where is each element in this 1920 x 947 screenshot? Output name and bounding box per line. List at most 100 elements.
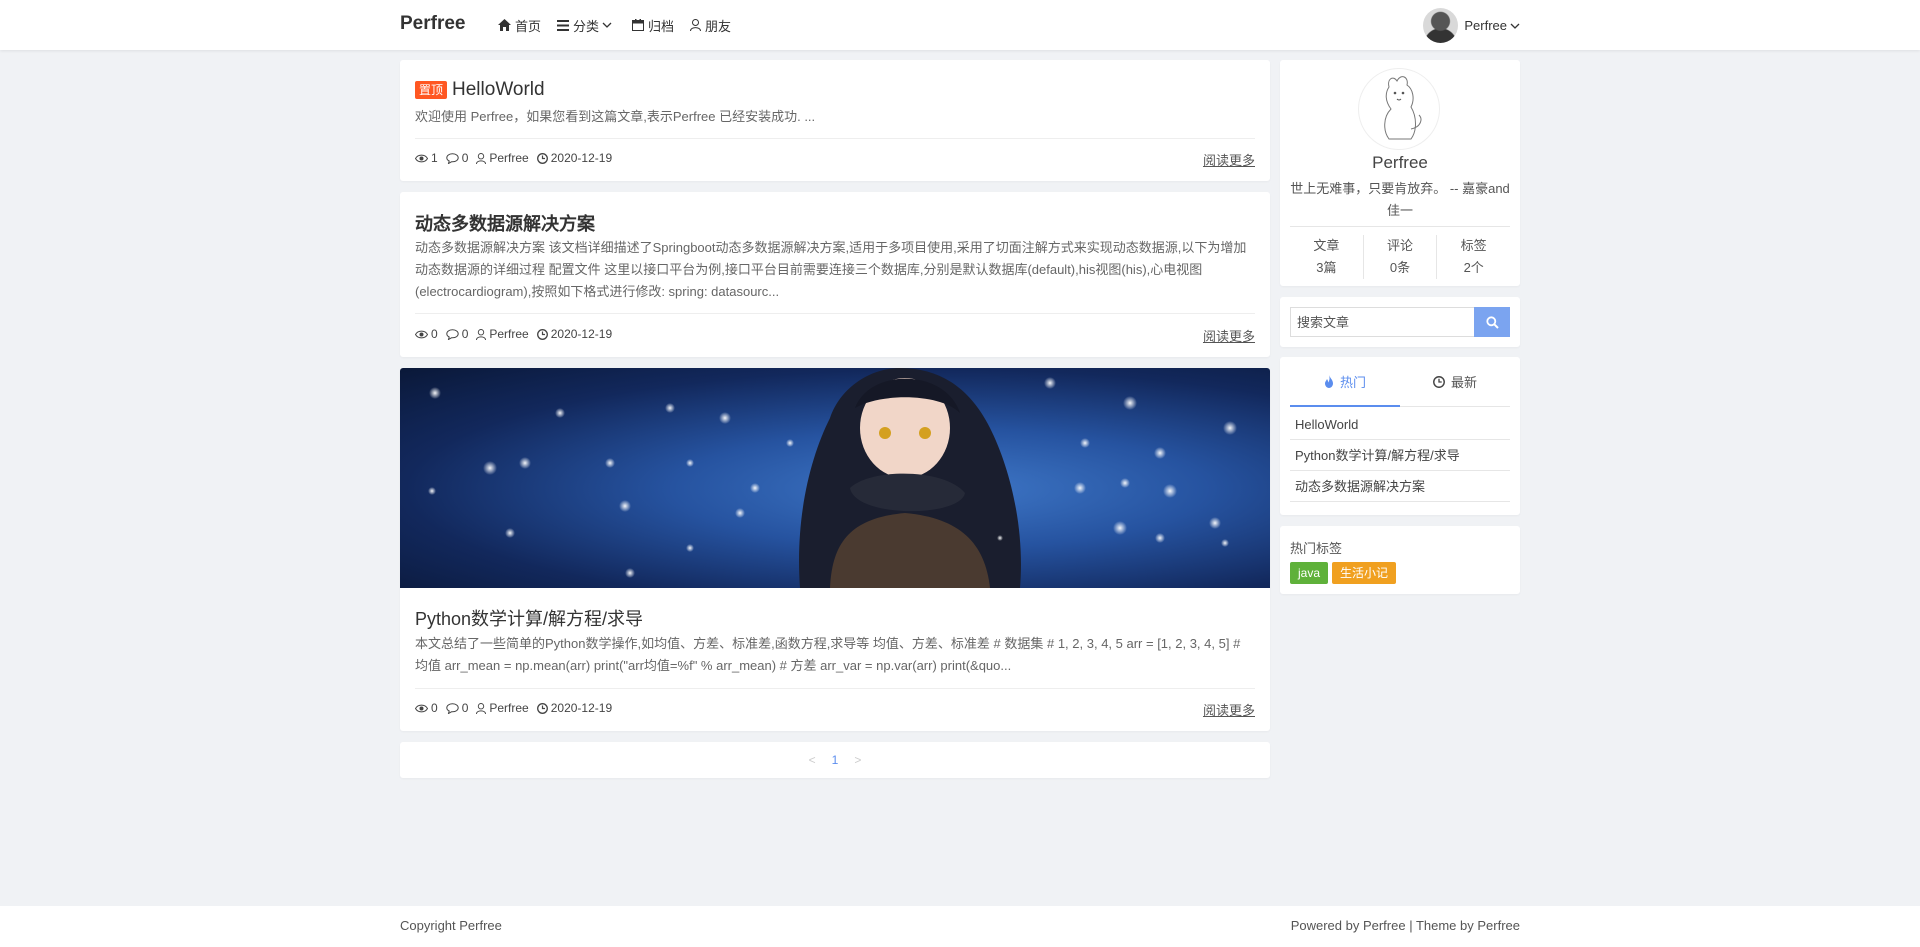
comment-icon: [445, 702, 459, 714]
eye-icon: [415, 704, 428, 712]
search-input[interactable]: [1290, 307, 1474, 337]
post-title[interactable]: 置顶 HelloWorld: [415, 79, 545, 101]
post-date-value: 2020-12-19: [550, 701, 613, 715]
nav-label-home: 首页: [515, 18, 542, 34]
search-icon: [1485, 315, 1499, 329]
user-name: Perfree: [1464, 18, 1507, 33]
search-button[interactable]: [1474, 307, 1510, 337]
user-menu[interactable]: Perfree: [1423, 8, 1520, 43]
home-icon: [498, 19, 511, 31]
comment-count-value: 0: [461, 327, 469, 341]
user-icon: [690, 19, 702, 31]
post-author[interactable]: Perfree: [476, 151, 529, 165]
post-date: 2020-12-19: [536, 701, 613, 715]
post-card: Python数学计算/解方程/求导 本文总结了一些简单的Python数学操作,如…: [400, 368, 1270, 731]
stat-comments[interactable]: 评论 0条: [1364, 235, 1438, 279]
copyright-text: Copyright Perfree: [400, 918, 502, 933]
nav-item-home[interactable]: 首页: [498, 16, 541, 35]
post-title-text: 动态多数据源解决方案: [415, 214, 595, 234]
divider: [415, 688, 1255, 689]
post-card: 置顶 HelloWorld 欢迎使用 Perfree，如果您看到这篇文章,表示P…: [400, 60, 1270, 181]
tab-hot[interactable]: 热门: [1290, 357, 1400, 407]
post-author[interactable]: Perfree: [476, 701, 529, 715]
articles-tab-card: 热门 最新 HelloWorld Python数学计算/解方程/求导 动态多数据…: [1280, 357, 1520, 515]
list-item[interactable]: HelloWorld: [1290, 409, 1510, 440]
clock-icon: [536, 328, 548, 340]
list-icon: [557, 19, 570, 31]
divider: [415, 313, 1255, 314]
tab-latest-label: 最新: [1450, 375, 1477, 390]
post-date-value: 2020-12-19: [550, 151, 613, 165]
powered-by-text: Powered by Perfree | Theme by Perfree: [1290, 918, 1520, 933]
page-number-current[interactable]: 1: [832, 753, 839, 767]
nav-item-friends[interactable]: 朋友: [690, 16, 731, 35]
view-count-value: 1: [431, 151, 438, 165]
comment-count: 0: [445, 151, 469, 165]
comment-count: 0: [445, 327, 469, 341]
prev-page-button[interactable]: <: [809, 753, 816, 767]
tab-latest[interactable]: 最新: [1400, 357, 1510, 406]
profile-card: Perfree 世上无难事，只要肯放弃。 -- 嘉豪and佳一 文章 3篇 评论…: [1280, 60, 1520, 286]
post-excerpt: 欢迎使用 Perfree，如果您看到这篇文章,表示Perfree 已经安装成功.…: [415, 109, 816, 124]
stat-tags[interactable]: 标签 2个: [1437, 235, 1510, 279]
nav-item-category[interactable]: 分类: [557, 16, 616, 35]
post-meta: 0 0 Perfree 2020-12-19: [415, 327, 620, 341]
view-count: 0: [415, 701, 438, 715]
profile-name: Perfree: [1372, 153, 1428, 172]
fire-icon: [1324, 374, 1333, 388]
stat-label: 标签: [1460, 238, 1487, 253]
nav-label-archive: 归档: [648, 18, 675, 34]
post-title[interactable]: Python数学计算/解方程/求导: [415, 605, 643, 631]
next-page-button[interactable]: >: [854, 753, 861, 767]
stat-label: 评论: [1387, 238, 1414, 253]
comment-count-value: 0: [461, 151, 469, 165]
post-card: 动态多数据源解决方案 动态多数据源解决方案 该文档详细描述了Springboot…: [400, 192, 1270, 357]
post-cover-image[interactable]: [400, 368, 1270, 588]
top-navbar: Perfree 首页 分类 归档 朋友 Perfree: [0, 0, 1920, 50]
calendar-icon: [632, 19, 645, 31]
pagination: < 1 >: [400, 742, 1270, 778]
read-more-link[interactable]: 阅读更多: [1203, 326, 1255, 345]
chevron-down-icon: [1510, 23, 1520, 29]
view-count: 1: [415, 151, 438, 165]
stat-articles[interactable]: 文章 3篇: [1290, 235, 1364, 279]
comment-count: 0: [445, 701, 469, 715]
hot-tags-card: 热门标签 java 生活小记: [1280, 526, 1520, 594]
view-count-value: 0: [431, 327, 438, 341]
post-author-name: Perfree: [489, 701, 529, 715]
stat-value: 2个: [1463, 260, 1484, 275]
list-item[interactable]: Python数学计算/解方程/求导: [1290, 440, 1510, 471]
read-more-link[interactable]: 阅读更多: [1203, 700, 1255, 719]
eye-icon: [415, 154, 428, 162]
site-logo[interactable]: Perfree: [400, 13, 466, 35]
post-date: 2020-12-19: [536, 327, 613, 341]
stat-label: 文章: [1313, 238, 1340, 253]
clock-icon: [536, 702, 548, 714]
tag-java[interactable]: java: [1290, 562, 1329, 584]
list-item[interactable]: 动态多数据源解决方案: [1290, 471, 1510, 502]
profile-stats: 文章 3篇 评论 0条 标签 2个: [1290, 235, 1510, 279]
view-count: 0: [415, 327, 438, 341]
navbar-container: Perfree 首页 分类 归档 朋友 Perfree: [400, 0, 1520, 50]
post-title[interactable]: 动态多数据源解决方案: [415, 210, 595, 236]
comment-icon: [445, 152, 459, 164]
hot-article-list: HelloWorld Python数学计算/解方程/求导 动态多数据源解决方案: [1290, 409, 1510, 502]
search-card: [1280, 297, 1520, 347]
post-author[interactable]: Perfree: [476, 327, 529, 341]
tag-life-notes[interactable]: 生活小记: [1332, 562, 1397, 584]
comment-icon: [445, 328, 459, 340]
read-more-link[interactable]: 阅读更多: [1203, 150, 1255, 169]
nav-item-archive[interactable]: 归档: [632, 16, 674, 35]
cover-illustration: [428, 368, 1237, 588]
post-excerpt: 动态多数据源解决方案 该文档详细描述了Springboot动态多数据源解决方案,…: [415, 240, 1247, 299]
clock-icon: [1433, 375, 1445, 388]
post-date-value: 2020-12-19: [550, 327, 613, 341]
nav-label-friends: 朋友: [705, 18, 732, 34]
profile-avatar: [1358, 68, 1440, 150]
tab-bar: 热门 最新: [1290, 357, 1510, 407]
comment-count-value: 0: [461, 701, 469, 715]
post-author-name: Perfree: [489, 327, 529, 341]
view-count-value: 0: [431, 701, 438, 715]
footer: Copyright Perfree Powered by Perfree | T…: [0, 906, 1920, 947]
post-meta: 0 0 Perfree 2020-12-19: [415, 701, 620, 715]
